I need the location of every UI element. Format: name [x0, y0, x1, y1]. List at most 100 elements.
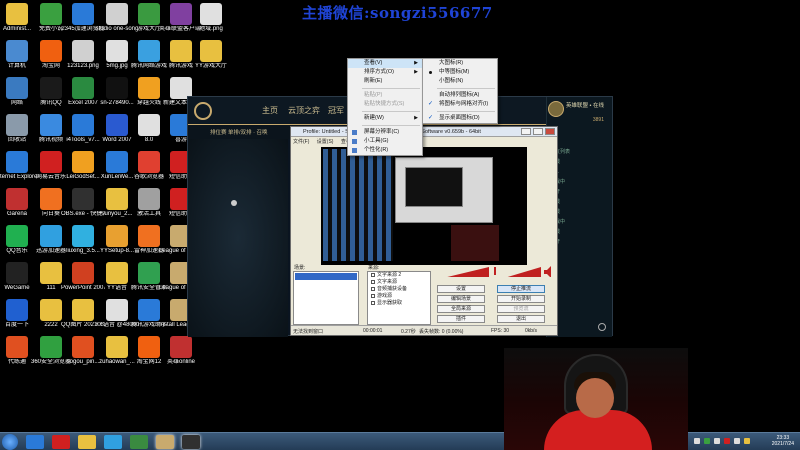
friend-list-item[interactable]: 在线: [550, 157, 610, 167]
friend-list-item[interactable]: 离开: [550, 237, 610, 247]
obs-source-checkbox[interactable]: [371, 279, 375, 284]
desktop-icon[interactable]: 英雄online: [159, 336, 203, 376]
obs-stop-stream-button[interactable]: 停止推流: [497, 285, 545, 293]
app-icon: [106, 262, 128, 284]
desktop-icon[interactable]: YY游戏大厅: [189, 40, 233, 80]
friend-list-item[interactable]: Lv.1: [550, 167, 610, 177]
taskbar-lol-icon[interactable]: [156, 435, 174, 449]
obs-preview[interactable]: [321, 147, 527, 265]
menu-item[interactable]: 查看(V) ▶: [348, 59, 422, 68]
menu-item[interactable]: 大图标(R): [423, 59, 497, 68]
lol-settings-gear-icon[interactable]: [598, 323, 606, 331]
menu-item[interactable]: 将图标与网格对齐(I) ✓: [423, 100, 497, 109]
menu-item[interactable]: 显示桌面图标(D) ✓: [423, 114, 497, 123]
friend-list-item[interactable]: 离线: [550, 207, 610, 217]
obs-scenes-list[interactable]: [293, 271, 359, 325]
taskbar-netease-music-icon[interactable]: [52, 435, 70, 449]
obs-mic-icon[interactable]: [491, 265, 499, 277]
obs-source-item[interactable]: 游戏源: [368, 293, 430, 300]
menu-item[interactable]: 小工具(G): [348, 137, 422, 146]
start-button[interactable]: [2, 434, 18, 450]
friend-list-item[interactable]: 在线: [550, 227, 610, 237]
lol-avatar[interactable]: [548, 101, 564, 117]
obs-source-label: 文字来源 2: [377, 272, 402, 278]
tray-icon[interactable]: [714, 438, 720, 444]
app-icon: [72, 336, 94, 358]
taskbar-media-icon[interactable]: [104, 435, 122, 449]
lol-nav-home[interactable]: 主页: [262, 105, 278, 116]
app-icon: [40, 151, 62, 173]
obs-minimize-button[interactable]: [521, 128, 531, 135]
obs-source-checkbox[interactable]: [371, 272, 375, 277]
menu-item[interactable]: 自动排列图标(A): [423, 91, 497, 100]
tray-icon[interactable]: [694, 438, 700, 444]
obs-start-recording-button[interactable]: 开始录制: [497, 295, 545, 303]
app-icon: [106, 188, 128, 210]
obs-settings-button[interactable]: 设置: [437, 285, 485, 293]
menu-item-label: 排序方式(O): [364, 69, 394, 75]
obs-scene-selected[interactable]: [295, 273, 357, 280]
obs-source-item[interactable]: 显示器获取: [368, 300, 430, 307]
menu-item-label: 粘贴快捷方式(S): [364, 101, 405, 107]
menu-item[interactable]: 个性化(R): [348, 146, 422, 155]
tray-icon[interactable]: [734, 438, 740, 444]
tray-icon[interactable]: [704, 438, 710, 444]
obs-maximize-button[interactable]: [533, 128, 543, 135]
obs-source-checkbox[interactable]: [371, 300, 375, 305]
menu-item-label: 屏幕分辨率(C): [364, 129, 400, 135]
obs-close-button[interactable]: [545, 128, 555, 135]
obs-desktop-volume-meter[interactable]: [501, 265, 541, 277]
obs-title: Profile: Untitled - Scenes: Untitled - B…: [291, 127, 557, 137]
app-icon: [106, 151, 128, 173]
friend-list-item[interactable]: 好友列表: [550, 147, 610, 157]
desktop-icon[interactable]: 地域.png: [189, 3, 233, 43]
obs-source-checkbox[interactable]: [371, 293, 375, 298]
taskbar-obs-icon[interactable]: [182, 435, 200, 449]
taskbar-ie-icon[interactable]: [26, 435, 44, 449]
obs-mic-volume-meter[interactable]: [439, 265, 489, 277]
menu-item-label: 自动排列图标(A): [439, 92, 480, 98]
obs-edit-scene-button[interactable]: 编辑场景: [437, 295, 485, 303]
menu-item-label: 刷新(E): [364, 78, 383, 84]
obs-source-label: 音频捕获设备: [377, 286, 408, 292]
menu-item[interactable]: 新建(W) ▶: [348, 114, 422, 123]
obs-sources-list[interactable]: 文字来源 2 文字来源 音频捕获设备 游戏源 显示器获取: [367, 271, 431, 325]
webcam-overlay: [504, 348, 688, 450]
lol-nav-champions[interactable]: 冠军: [328, 105, 344, 116]
friend-list-item[interactable]: 游戏中: [550, 177, 610, 187]
obs-preview-stream-button[interactable]: 预览流: [497, 305, 545, 313]
lol-invite-plus-icon[interactable]: [231, 200, 237, 206]
obs-source-item[interactable]: 音频捕获设备: [368, 286, 430, 293]
lol-points: 3891: [592, 117, 604, 123]
menu-item[interactable]: 刷新(E): [348, 77, 422, 86]
obs-source-item[interactable]: 文字来源 2: [368, 272, 430, 279]
obs-speaker-icon[interactable]: [543, 265, 555, 277]
obs-source-item[interactable]: 文字来源: [368, 279, 430, 286]
view-submenu[interactable]: 大图标(R) 中等图标(M) 小图标(N) 自动排列图标(A) 将图标与网格对齐(I) ✓…: [422, 58, 498, 124]
obs-source-checkbox[interactable]: [371, 286, 375, 291]
menu-item[interactable]: 屏幕分辨率(C): [348, 128, 422, 137]
taskbar-app-icon[interactable]: [130, 435, 148, 449]
obs-status-time: 00:00:01: [363, 328, 383, 334]
obs-global-sources-button[interactable]: 全局来源: [437, 305, 485, 313]
lol-logo-icon[interactable]: [194, 102, 212, 120]
menu-item[interactable]: 中等图标(M): [423, 68, 497, 77]
menu-item[interactable]: 小图标(N): [423, 77, 497, 86]
friend-list-item[interactable]: 在线: [550, 197, 610, 207]
tray-icon[interactable]: [744, 438, 750, 444]
menu-item[interactable]: 排序方式(O) ▶: [348, 68, 422, 77]
app-icon: [40, 77, 62, 99]
obs-menu-file[interactable]: 文件(F): [293, 139, 309, 145]
taskbar-folder-icon[interactable]: [78, 435, 96, 449]
obs-menu-settings[interactable]: 设置(S): [317, 139, 334, 145]
obs-status-fps: FPS: 30: [491, 328, 510, 334]
lol-nav-tft[interactable]: 云顶之弈: [288, 105, 320, 116]
friend-list-item[interactable]: 游戏中: [550, 217, 610, 227]
friend-list-item[interactable]: 离开: [550, 187, 610, 197]
tray-icon[interactable]: [724, 438, 730, 444]
obs-window[interactable]: Profile: Untitled - Scenes: Untitled - B…: [290, 126, 558, 336]
taskbar-clock[interactable]: 23:33 2021/7/24: [772, 435, 794, 447]
obs-exit-button[interactable]: 退出: [497, 315, 545, 323]
obs-plugins-button[interactable]: 插件: [437, 315, 485, 323]
desktop-context-menu[interactable]: 查看(V) ▶ 排序方式(O) ▶ 刷新(E) 粘贴(P) 粘贴快捷方式(S) 新建(W) ▶ 屏…: [347, 58, 423, 156]
